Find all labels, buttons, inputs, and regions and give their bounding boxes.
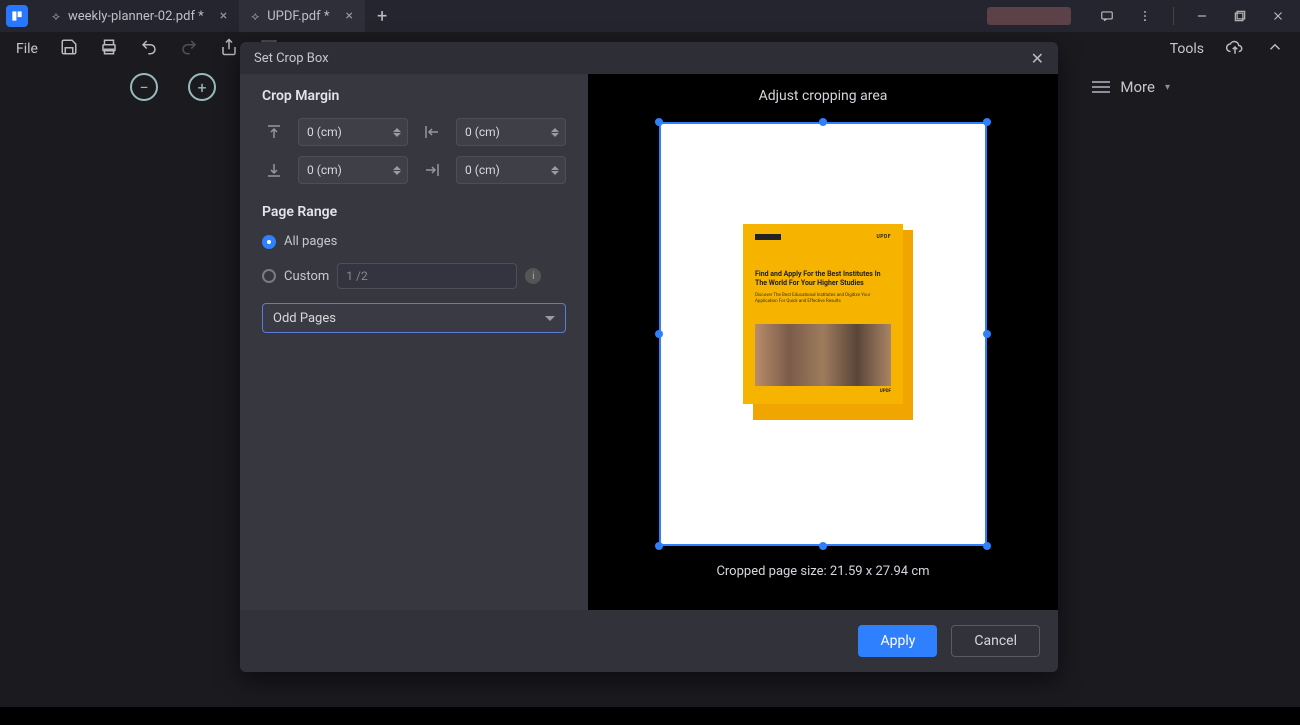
close-icon[interactable]: × [345,8,352,24]
dialog-title: Set Crop Box [254,51,329,66]
document-tabs: ⟡ weekly-planner-02.pdf * × ⟡ UPDF.pdf *… [40,0,399,32]
crop-handle[interactable] [983,542,991,550]
radio-icon [262,269,276,283]
margin-bottom-input[interactable]: 0 (cm) [298,156,408,184]
crop-margin-heading: Crop Margin [262,88,566,104]
cover-footer: UPDF [880,389,891,394]
preview-panel: Adjust cropping area UPDF Find and Apply… [588,74,1058,610]
radio-label: Custom [284,269,329,284]
chevron-down-icon: ▾ [1165,82,1170,93]
set-crop-box-dialog: Set Crop Box ✕ Crop Margin 0 (cm) 0 (cm)… [240,42,1058,672]
maximize-icon[interactable] [1224,3,1256,29]
margin-right-icon [420,161,444,179]
comment-icon[interactable] [1091,3,1123,29]
app-logo-icon [6,5,28,27]
margin-left-icon [420,123,444,141]
crop-frame[interactable]: UPDF Find and Apply For the Best Institu… [659,122,987,546]
separator [1173,7,1174,25]
document-cover: UPDF Find and Apply For the Best Institu… [743,224,903,419]
more-label[interactable]: More [1120,78,1155,96]
chevron-up-icon[interactable] [1266,38,1284,60]
share-icon[interactable] [220,38,238,60]
close-icon[interactable]: × [220,8,227,24]
radio-custom[interactable]: Custom 1 /2 i [262,263,566,289]
updf-text: UPDF [876,234,891,240]
cover-headline: Find and Apply For the Best Institutes I… [755,270,891,287]
tab-weekly-planner[interactable]: ⟡ weekly-planner-02.pdf * × [40,0,239,32]
settings-panel: Crop Margin 0 (cm) 0 (cm) 0 (cm) 0 (cm) … [240,74,588,610]
cover-subtitle: Discover The Best Educational Institutes… [755,293,891,304]
margin-top-icon [262,123,286,141]
updf-logo-icon [755,234,781,240]
radio-icon [262,235,276,249]
dialog-titlebar: Set Crop Box ✕ [240,42,1058,74]
margin-left-input[interactable]: 0 (cm) [456,118,566,146]
crop-handle[interactable] [983,118,991,126]
page-preview: UPDF Find and Apply For the Best Institu… [659,122,987,546]
account-badge[interactable] [987,7,1071,25]
tools-menu[interactable]: Tools [1170,41,1204,57]
page-range-heading: Page Range [262,204,566,220]
preview-heading: Adjust cropping area [759,88,888,104]
print-icon[interactable] [100,38,118,60]
dialog-close-icon[interactable]: ✕ [1031,49,1044,68]
document-icon: ⟡ [251,9,259,24]
page-subset-select[interactable]: Odd Pages [262,303,566,333]
cloud-upload-icon[interactable] [1226,38,1244,60]
tab-label: weekly-planner-02.pdf * [68,9,204,24]
zoom-out-icon[interactable]: − [130,73,158,101]
save-icon[interactable] [60,38,78,60]
select-value: Odd Pages [273,311,336,326]
cancel-button[interactable]: Cancel [951,625,1040,657]
crop-handle[interactable] [655,330,663,338]
info-icon[interactable]: i [525,268,541,284]
close-window-icon[interactable] [1262,3,1294,29]
apply-button[interactable]: Apply [858,625,937,657]
crop-handle[interactable] [819,542,827,550]
document-icon: ⟡ [52,9,60,24]
crop-handle[interactable] [819,118,827,126]
tab-label: UPDF.pdf * [267,9,329,24]
titlebar: ⟡ weekly-planner-02.pdf * × ⟡ UPDF.pdf *… [0,0,1300,32]
zoom-in-icon[interactable]: + [188,73,216,101]
margin-bottom-icon [262,161,286,179]
radio-all-pages[interactable]: All pages [262,234,566,249]
file-menu[interactable]: File [16,41,38,57]
undo-icon[interactable] [140,38,158,60]
radio-label: All pages [284,234,337,249]
custom-pages-input[interactable]: 1 /2 [337,263,517,289]
cover-photo [755,324,891,386]
crop-handle[interactable] [983,330,991,338]
more-icon[interactable] [1092,81,1110,93]
margin-top-input[interactable]: 0 (cm) [298,118,408,146]
redo-icon[interactable] [180,38,198,60]
kebab-icon[interactable] [1129,3,1161,29]
bottom-bar [0,707,1300,725]
crop-handle[interactable] [655,118,663,126]
new-tab-button[interactable]: + [365,6,399,27]
crop-handle[interactable] [655,542,663,550]
dialog-footer: Apply Cancel [240,610,1058,672]
cropped-size-label: Cropped page size: 21.59 x 27.94 cm [716,564,929,579]
margin-right-input[interactable]: 0 (cm) [456,156,566,184]
chevron-down-icon [545,316,555,321]
minimize-icon[interactable] [1186,3,1218,29]
tab-updf[interactable]: ⟡ UPDF.pdf * × [239,0,365,32]
